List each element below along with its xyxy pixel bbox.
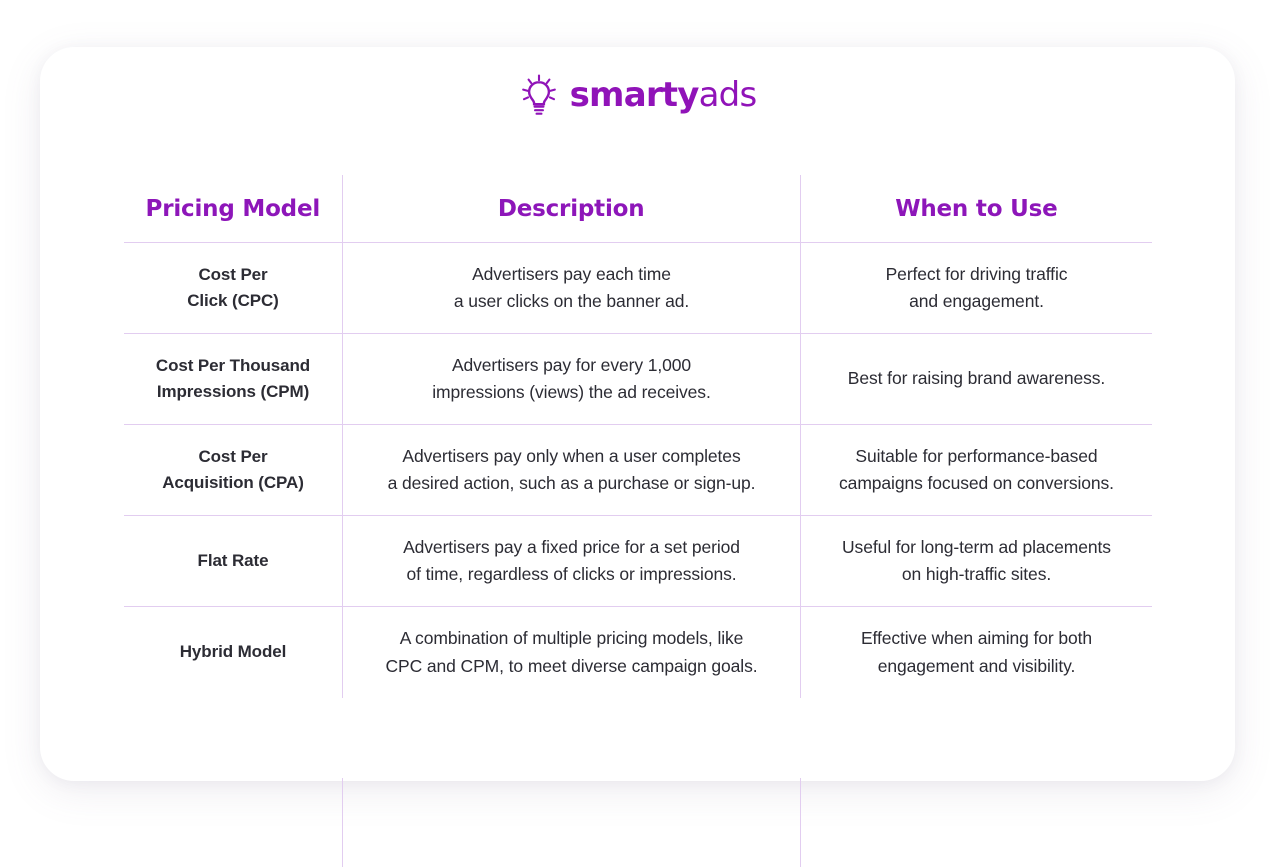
cell-description: Advertisers pay a fixed price for a set … [342,516,800,606]
text-line: and engagement. [909,291,1044,311]
cell-description: Advertisers pay each time a user clicks … [342,243,800,333]
cell-when-to-use: Effective when aiming for both engagemen… [800,607,1152,698]
table-header-row: Pricing Model Description When to Use [124,175,1152,243]
column-divider-left [342,778,343,867]
text-line: Acquisition (CPA) [162,473,304,492]
text-line: Click (CPC) [187,291,279,310]
cell-pricing-model: Cost Per Thousand Impressions (CPM) [124,334,342,424]
cell-description: A combination of multiple pricing models… [342,607,800,698]
brand-name-bold: smarty [569,75,700,115]
text-line: Advertisers pay for every 1,000 [451,354,692,375]
column-header-pricing-model: Pricing Model [145,195,321,222]
pricing-models-table: Pricing Model Description When to Use Co… [124,175,1152,867]
text-line: engagement and visibility. [877,655,1076,676]
table-row: Cost Per Thousand Impressions (CPM) Adve… [124,334,1152,425]
table-row: Hybrid Model A combination of multiple p… [124,607,1152,698]
text-line: Advertisers pay only when a user complet… [402,445,741,466]
page-root: smartyads Pricing Model Description When… [0,0,1275,867]
text-line: A combination of multiple pricing models… [399,628,744,649]
cell-when-to-use: Perfect for driving traffic and engageme… [800,243,1152,333]
cell-when-to-use: Useful for long-term ad placements on hi… [800,516,1152,606]
text-line: campaigns focused on conversions. [839,473,1114,493]
column-divider-right [800,778,801,867]
text-line: Useful for long-term ad placements [842,536,1111,557]
column-header-when-to-use: When to Use [799,175,1152,242]
text-line: on high-traffic sites. [901,564,1052,584]
cell-when-to-use: Best for raising brand awareness. [800,334,1152,424]
text-line: CPC and CPM, to meet diverse campaign go… [385,655,758,676]
text-line: Impressions (CPM) [156,382,310,401]
table-row: Cost Per Acquisition (CPA) Advertisers p… [124,425,1152,516]
lightbulb-icon [521,74,556,115]
text-line: Suitable for performance-based [855,445,1098,466]
cell-pricing-model: Cost Per Click (CPC) [124,243,342,333]
text-line: a user clicks on the banner ad. [453,291,690,311]
cell-description: Advertisers pay for every 1,000 impressi… [342,334,800,424]
table-row: Flat Rate Advertisers pay a fixed price … [124,516,1152,607]
text-line: a desired action, such as a purchase or … [387,473,756,493]
text-line: Hybrid Model [179,642,287,662]
text-line: Best for raising brand awareness. [847,368,1106,389]
cell-pricing-model: Hybrid Model [124,607,342,698]
table-row: Cost Per Click (CPC) Advertisers pay eac… [124,243,1152,334]
text-line: Cost Per Thousand [155,355,311,375]
text-line: Cost Per [198,446,268,466]
brand-name: smartyads [569,75,758,115]
brand-name-light: ads [698,75,758,115]
brand-logo: smartyads [40,74,1235,116]
column-header-description: Description [341,175,800,242]
text-line: Perfect for driving traffic [885,263,1068,284]
cell-pricing-model: Flat Rate [124,516,342,606]
cell-description: Advertisers pay only when a user complet… [342,425,800,515]
text-line: Flat Rate [197,550,269,570]
cell-when-to-use: Suitable for performance-based campaigns… [800,425,1152,515]
text-line: of time, regardless of clicks or impress… [406,564,737,584]
text-line: Advertisers pay each time [472,263,671,284]
text-line: Effective when aiming for both [860,628,1093,649]
text-line: Advertisers pay a fixed price for a set … [403,536,740,557]
content-card: smartyads Pricing Model Description When… [40,47,1235,867]
text-line: Cost Per [198,264,268,284]
text-line: impressions (views) the ad receives. [432,382,711,402]
cell-pricing-model: Cost Per Acquisition (CPA) [124,425,342,515]
